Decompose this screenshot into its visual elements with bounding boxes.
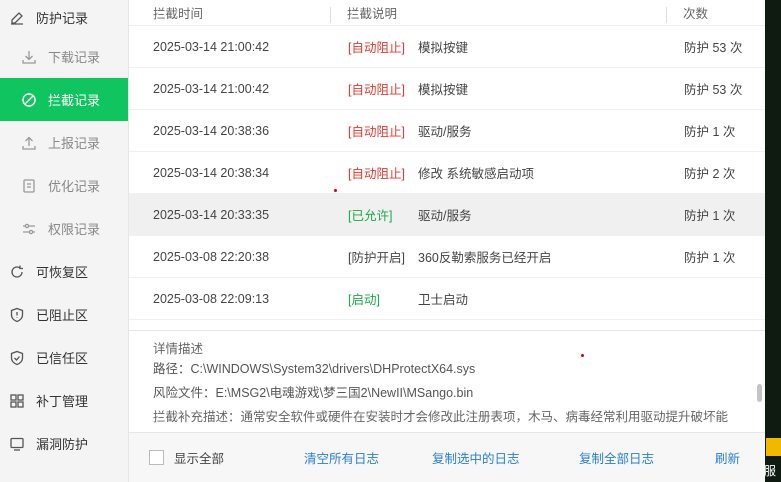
clear-all-logs-link[interactable]: 清空所有日志	[304, 448, 432, 467]
table-row[interactable]: 2025-03-08 22:20:38 [防护开启] 360反勒索服务已经开启 …	[129, 236, 765, 278]
details-path: 路径：C:\WINDOWS\System32\drivers\DHProtect…	[153, 362, 476, 376]
sidebar-item-patch-manage[interactable]: 补丁管理	[0, 379, 128, 422]
sliders-icon	[20, 220, 38, 238]
details-risk-file: 风险文件：E:\MSG2\电魂游戏\梦三国2\NewII\MSango.bin	[153, 386, 474, 400]
sidebar-item-label: 可恢复区	[36, 265, 89, 280]
background-badge	[766, 438, 781, 456]
row-time: 2025-03-08 22:20:38	[153, 249, 270, 264]
sidebar-item-label: 下载记录	[48, 50, 101, 65]
row-count: 防护 53 次	[684, 83, 743, 97]
row-tag: [自动阻止]	[348, 167, 405, 181]
artifact-dot	[581, 354, 584, 357]
background-window-edge	[765, 0, 781, 482]
restore-icon	[8, 263, 26, 281]
row-tag: [防护开启]	[348, 251, 405, 265]
sidebar-item-label: 漏洞防护	[36, 437, 89, 452]
table-header: 拦截时间 拦截说明 次数	[129, 0, 765, 26]
sidebar-item-label: 拦截记录	[48, 93, 101, 108]
row-desc: 模拟按键	[418, 83, 469, 97]
artifact-dot	[334, 189, 337, 192]
row-tag: [自动阻止]	[348, 125, 405, 139]
column-header-desc[interactable]: 拦截说明	[331, 3, 667, 23]
table-row-selected[interactable]: 2025-03-14 20:33:35 [已允许] 驱动/服务 防护 1 次	[129, 194, 765, 236]
download-icon	[20, 48, 38, 66]
row-desc: 驱动/服务	[418, 209, 472, 223]
background-text: 服	[764, 464, 777, 478]
table-row[interactable]: 2025-03-08 22:09:13 [启动] 卫士启动	[129, 278, 765, 320]
row-count: 防护 53 次	[684, 41, 743, 55]
row-count: 防护 2 次	[684, 167, 736, 181]
sidebar-item-label: 防护记录	[36, 11, 89, 26]
row-time: 2025-03-14 21:00:42	[153, 39, 270, 54]
details-note: 拦截补充描述：通常安全软件或硬件在安装时才会修改此注册表项，木马、病毒经常利用驱…	[153, 410, 729, 424]
show-all-checkbox[interactable]	[149, 450, 164, 465]
column-header-count[interactable]: 次数	[667, 3, 708, 22]
shield-check-icon	[8, 349, 26, 367]
copy-selected-logs-link[interactable]: 复制选中的日志	[432, 448, 579, 467]
shield-alert-icon	[8, 306, 26, 324]
sidebar-item-label: 已阻止区	[36, 308, 89, 323]
row-desc: 驱动/服务	[418, 125, 472, 139]
edit-icon	[8, 9, 26, 27]
sidebar-item-download-log[interactable]: 下载记录	[0, 35, 128, 78]
row-time: 2025-03-14 20:33:35	[153, 207, 270, 222]
show-all-label[interactable]: 显示全部	[174, 448, 304, 467]
row-desc: 卫士启动	[418, 293, 469, 307]
sidebar-item-vuln-protect[interactable]: 漏洞防护	[0, 422, 128, 465]
row-desc: 模拟按键	[418, 41, 469, 55]
row-time: 2025-03-14 20:38:34	[153, 165, 270, 180]
sidebar-item-blocked-zone[interactable]: 已阻止区	[0, 293, 128, 336]
refresh-link[interactable]: 刷新	[715, 448, 740, 467]
row-count: 防护 1 次	[684, 125, 736, 139]
row-count: 防护 1 次	[684, 209, 736, 223]
monitor-icon	[8, 435, 26, 453]
table-body: 2025-03-14 21:00:42 [自动阻止] 模拟按键 防护 53 次 …	[129, 26, 765, 328]
row-count: 防护 1 次	[684, 251, 736, 265]
sidebar-item-label: 权限记录	[48, 222, 101, 237]
row-tag: [已允许]	[348, 209, 393, 223]
row-time: 2025-03-08 22:09:13	[153, 291, 270, 306]
row-tag: [自动阻止]	[348, 41, 405, 55]
main-panel: 拦截时间 拦截说明 次数 2025-03-14 21:00:42 [自动阻止] …	[129, 0, 765, 482]
sidebar-item-label: 优化记录	[48, 179, 101, 194]
table-row[interactable]: 2025-03-14 21:00:42 [自动阻止] 模拟按键 防护 53 次	[129, 26, 765, 68]
sidebar-item-restore-zone[interactable]: 可恢复区	[0, 250, 128, 293]
document-icon	[20, 177, 38, 195]
details-panel[interactable]: 详情描述 路径：C:\WINDOWS\System32\drivers\DHPr…	[129, 330, 765, 430]
sidebar-item-label: 补丁管理	[36, 394, 89, 409]
row-desc: 修改 系统敏感启动项	[418, 167, 534, 181]
table-row[interactable]: 2025-03-14 20:38:34 [自动阻止] 修改 系统敏感启动项 防护…	[129, 152, 765, 194]
details-scrollbar[interactable]	[757, 384, 762, 402]
copy-all-logs-link[interactable]: 复制全部日志	[579, 448, 715, 467]
row-tag: [自动阻止]	[348, 83, 405, 97]
grid-icon	[8, 392, 26, 410]
sidebar-item-block-log[interactable]: 拦截记录	[0, 78, 128, 121]
row-time: 2025-03-14 21:00:42	[153, 81, 270, 96]
sidebar-item-label: 已信任区	[36, 351, 89, 366]
upload-icon	[20, 134, 38, 152]
row-desc: 360反勒索服务已经开启	[418, 251, 552, 265]
block-icon	[20, 91, 38, 109]
sidebar: 防护记录 下载记录 拦截记录 上报记录 优化记录 权限记录 可恢复区 已阻止区 …	[0, 0, 129, 482]
row-tag: [启动]	[348, 293, 380, 307]
sidebar-item-protection-log[interactable]: 防护记录	[0, 0, 128, 35]
sidebar-item-trusted-zone[interactable]: 已信任区	[0, 336, 128, 379]
table-row[interactable]: 2025-03-14 21:00:42 [自动阻止] 模拟按键 防护 53 次	[129, 68, 765, 110]
table-row[interactable]: 2025-03-14 20:38:36 [自动阻止] 驱动/服务 防护 1 次	[129, 110, 765, 152]
sidebar-item-optimize-log[interactable]: 优化记录	[0, 164, 128, 207]
sidebar-item-permission-log[interactable]: 权限记录	[0, 207, 128, 250]
details-heading: 详情描述	[153, 342, 204, 356]
column-header-time[interactable]: 拦截时间	[129, 3, 331, 23]
footer-bar: 显示全部 清空所有日志 复制选中的日志 复制全部日志 刷新	[129, 432, 765, 482]
sidebar-item-report-log[interactable]: 上报记录	[0, 121, 128, 164]
row-time: 2025-03-14 20:38:36	[153, 123, 270, 138]
sidebar-item-label: 上报记录	[48, 136, 101, 151]
